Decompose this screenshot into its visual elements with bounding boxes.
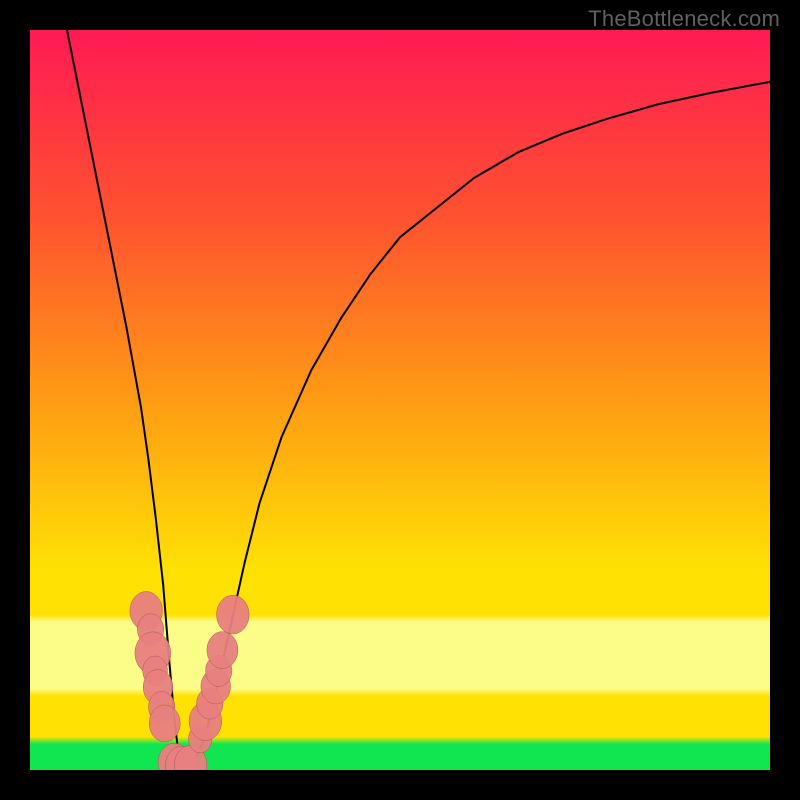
watermark-text: TheBottleneck.com (588, 6, 780, 32)
data-marker (149, 705, 180, 742)
chart-svg (30, 30, 770, 770)
plot-area (30, 30, 770, 770)
data-marker (207, 632, 238, 669)
chart-frame: TheBottleneck.com (0, 0, 800, 800)
data-marker (217, 595, 250, 634)
